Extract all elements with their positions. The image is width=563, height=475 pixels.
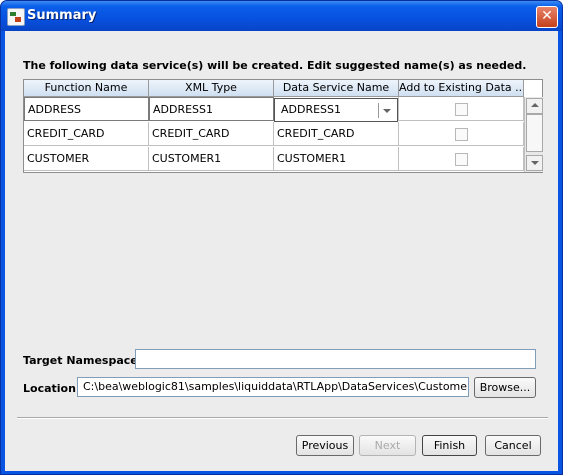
xml-type-cell[interactable]: ADDRESS1 — [149, 97, 274, 121]
title-bar[interactable]: Summary ✕ — [1, 1, 562, 31]
app-window-icon — [7, 8, 25, 26]
xml-type-cell[interactable]: CUSTOMER1 — [149, 147, 274, 171]
previous-button[interactable]: Previous — [296, 435, 354, 456]
data-service-name-combo[interactable]: ADDRESS1 — [274, 98, 398, 122]
add-existing-checkbox[interactable] — [454, 153, 468, 166]
target-namespace-label: Target Namespace — [23, 354, 138, 367]
data-service-name-cell[interactable]: CREDIT_CARD — [274, 122, 399, 146]
scroll-up-button[interactable] — [526, 98, 543, 114]
table-scrollbar[interactable] — [524, 97, 543, 172]
table-header: Function Name XML Type Data Service Name… — [24, 80, 524, 97]
button-divider — [17, 417, 548, 419]
chevron-down-icon[interactable] — [383, 109, 391, 113]
combo-value: ADDRESS1 — [281, 103, 342, 116]
function-name-cell[interactable]: ADDRESS — [24, 97, 149, 121]
dialog-content: The following data service(s) will be cr… — [5, 31, 558, 471]
data-services-table: Function Name XML Type Data Service Name… — [23, 79, 543, 173]
cancel-button[interactable]: Cancel — [485, 435, 541, 456]
arrow-down-icon — [531, 161, 539, 165]
add-existing-checkbox[interactable] — [454, 128, 468, 141]
close-icon: ✕ — [541, 8, 553, 24]
finish-button[interactable]: Finish — [422, 435, 477, 456]
data-service-name-cell[interactable]: CUSTOMER1 — [274, 147, 399, 171]
window-title: Summary — [27, 8, 97, 23]
add-existing-cell[interactable] — [399, 97, 524, 121]
summary-dialog: Summary ✕ The following data service(s) … — [0, 0, 563, 475]
add-existing-cell[interactable] — [399, 147, 524, 171]
instruction-text: The following data service(s) will be cr… — [23, 59, 527, 72]
function-name-cell[interactable]: CREDIT_CARD — [24, 122, 149, 146]
column-header-xml-type[interactable]: XML Type — [149, 80, 274, 97]
add-existing-cell[interactable] — [399, 122, 524, 146]
location-label: Location — [23, 382, 76, 395]
close-button[interactable]: ✕ — [536, 6, 558, 28]
table-row[interactable]: CREDIT_CARD CREDIT_CARD CREDIT_CARD — [24, 122, 524, 146]
location-input[interactable]: C:\bea\weblogic81\samples\liquiddata\RTL… — [77, 377, 469, 397]
scroll-thumb[interactable] — [526, 114, 543, 152]
table-row[interactable]: CUSTOMER CUSTOMER1 CUSTOMER1 — [24, 147, 524, 171]
combo-separator — [378, 103, 379, 118]
column-header-add-existing[interactable]: Add to Existing Data ... — [399, 80, 524, 97]
target-namespace-input[interactable] — [135, 349, 536, 369]
column-header-data-service-name[interactable]: Data Service Name — [274, 80, 399, 97]
scroll-down-button[interactable] — [526, 155, 543, 171]
add-existing-checkbox[interactable] — [454, 103, 468, 116]
arrow-up-icon — [531, 103, 539, 107]
browse-button[interactable]: Browse... — [474, 377, 536, 398]
column-header-function-name[interactable]: Function Name — [24, 80, 149, 97]
xml-type-cell[interactable]: CREDIT_CARD — [149, 122, 274, 146]
next-button[interactable]: Next — [359, 435, 416, 456]
function-name-cell[interactable]: CUSTOMER — [24, 147, 149, 171]
